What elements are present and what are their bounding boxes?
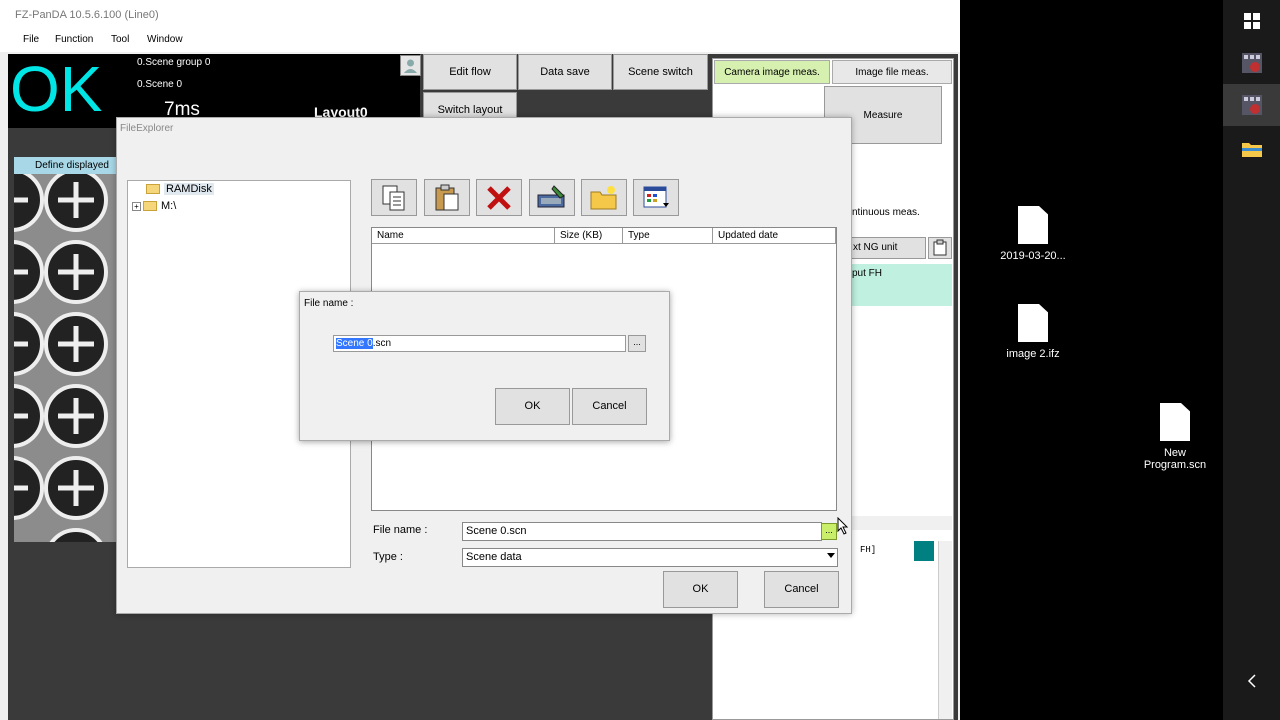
output-fh-row[interactable]: put FH: [852, 264, 952, 306]
expand-icon[interactable]: +: [132, 202, 141, 211]
copy-icon: [382, 185, 405, 210]
windows-icon: [1243, 13, 1260, 29]
paste-button[interactable]: [424, 179, 470, 216]
desktop-file-icon[interactable]: 2019-03-20...: [988, 206, 1078, 262]
tree-item-label: RAMDisk: [164, 183, 214, 195]
delete-icon: [487, 185, 511, 210]
folder-icon: [146, 184, 160, 195]
view-toggle-button[interactable]: [633, 179, 679, 216]
column-header-size[interactable]: Size (KB): [555, 228, 623, 244]
type-select[interactable]: Scene data: [462, 548, 838, 567]
judgement-result: OK: [10, 53, 103, 125]
menu-function[interactable]: Function: [55, 34, 93, 45]
selected-text: Scene 0: [336, 338, 373, 349]
user-icon[interactable]: [400, 55, 421, 76]
start-button[interactable]: [1223, 0, 1280, 42]
define-displayed-label: Define displayed: [14, 157, 116, 174]
tree-item-ramdisk[interactable]: RAMDisk: [146, 183, 214, 195]
camera-image: [14, 174, 116, 542]
desktop-file-label: image 2.ifz: [1006, 348, 1060, 360]
desktop-file-icon[interactable]: New Program.scn: [1130, 403, 1220, 471]
camera-image-graphic: [14, 174, 116, 542]
desktop-file-label: 2019-03-20...: [1000, 250, 1066, 262]
copy-button[interactable]: [371, 179, 417, 216]
rename-button[interactable]: [529, 179, 575, 216]
clipboard-icon[interactable]: [928, 237, 952, 259]
document-icon: [1160, 403, 1190, 441]
new-folder-button[interactable]: [581, 179, 627, 216]
paste-icon: [435, 184, 459, 210]
next-ng-unit-button[interactable]: xt NG unit: [850, 237, 926, 259]
file-name-browse-button[interactable]: ...: [821, 523, 837, 540]
scene-label: 0.Scene 0: [137, 79, 183, 90]
tab-image-file-meas[interactable]: Image file meas.: [832, 60, 952, 84]
file-name-field[interactable]: Scene 0.scn: [462, 522, 822, 541]
taskbar-app[interactable]: [1223, 42, 1280, 84]
column-header-name[interactable]: Name: [372, 228, 555, 244]
edit-flow-button[interactable]: Edit flow: [423, 54, 517, 90]
file-name-label: File name :: [373, 524, 428, 536]
chevron-left-icon: [1247, 674, 1256, 688]
desktop: 2019-03-20... image 2.ifz New Program.sc…: [960, 0, 1224, 720]
tree-item-label: M:\: [161, 200, 177, 212]
list-view-icon: [643, 186, 669, 207]
ok-button[interactable]: OK: [495, 388, 570, 425]
horizontal-scrollbar[interactable]: [852, 516, 952, 530]
menu-window[interactable]: Window: [147, 34, 183, 45]
tab-camera-image-meas[interactable]: Camera image meas.: [714, 60, 830, 84]
type-label: Type :: [373, 551, 403, 563]
rename-icon: [537, 184, 565, 207]
column-header-updated-date[interactable]: Updated date: [713, 228, 836, 244]
delete-button[interactable]: [476, 179, 522, 216]
show-hidden-icons-button[interactable]: [1223, 660, 1280, 702]
chevron-down-icon: [827, 553, 835, 558]
file-name-dialog: File name : Scene 0.scn ... OK Cancel: [299, 291, 670, 441]
scene-group-label: 0.Scene group 0: [137, 57, 211, 68]
vertical-scrollbar[interactable]: [938, 541, 952, 719]
browse-button[interactable]: ...: [628, 335, 646, 352]
menu-tool[interactable]: Tool: [111, 34, 129, 45]
window-title: FZ-PanDA 10.5.6.100 (Line0): [0, 0, 960, 30]
unselected-text: .scn: [372, 338, 392, 349]
data-save-button[interactable]: Data save: [518, 54, 612, 90]
app-grid-icon: [1241, 95, 1262, 115]
taskbar-app-active[interactable]: [1223, 84, 1280, 126]
folder-icon: [143, 201, 157, 212]
taskbar: [1223, 0, 1280, 720]
document-icon: [1018, 304, 1048, 342]
new-folder-icon: [590, 185, 617, 209]
continuous-meas-label[interactable]: ntinuous meas.: [852, 207, 920, 218]
tree-item-m-drive[interactable]: + M:\: [132, 200, 176, 212]
app-grid-icon: [1241, 53, 1262, 73]
taskbar-file-explorer[interactable]: [1223, 128, 1280, 170]
type-select-value: Scene data: [466, 551, 522, 563]
ok-button[interactable]: OK: [663, 571, 738, 608]
dialog-title: File name :: [304, 298, 354, 309]
desktop-file-label: New Program.scn: [1143, 447, 1207, 471]
status-indicator: [914, 541, 934, 561]
dialog-title: FileExplorer: [120, 123, 174, 134]
mouse-cursor-icon: [837, 517, 849, 535]
desktop-file-icon[interactable]: image 2.ifz: [988, 304, 1078, 360]
document-icon: [1018, 206, 1048, 244]
folder-icon: [1241, 143, 1262, 157]
menu-bar: File Function Tool Window: [0, 30, 960, 52]
cancel-button[interactable]: Cancel: [572, 388, 647, 425]
log-text: FH]: [860, 545, 877, 555]
scene-switch-button[interactable]: Scene switch: [613, 54, 708, 90]
cancel-button[interactable]: Cancel: [764, 571, 839, 608]
column-header-type[interactable]: Type: [623, 228, 713, 244]
menu-file[interactable]: File: [23, 34, 39, 45]
file-name-input[interactable]: Scene 0.scn: [333, 335, 626, 352]
